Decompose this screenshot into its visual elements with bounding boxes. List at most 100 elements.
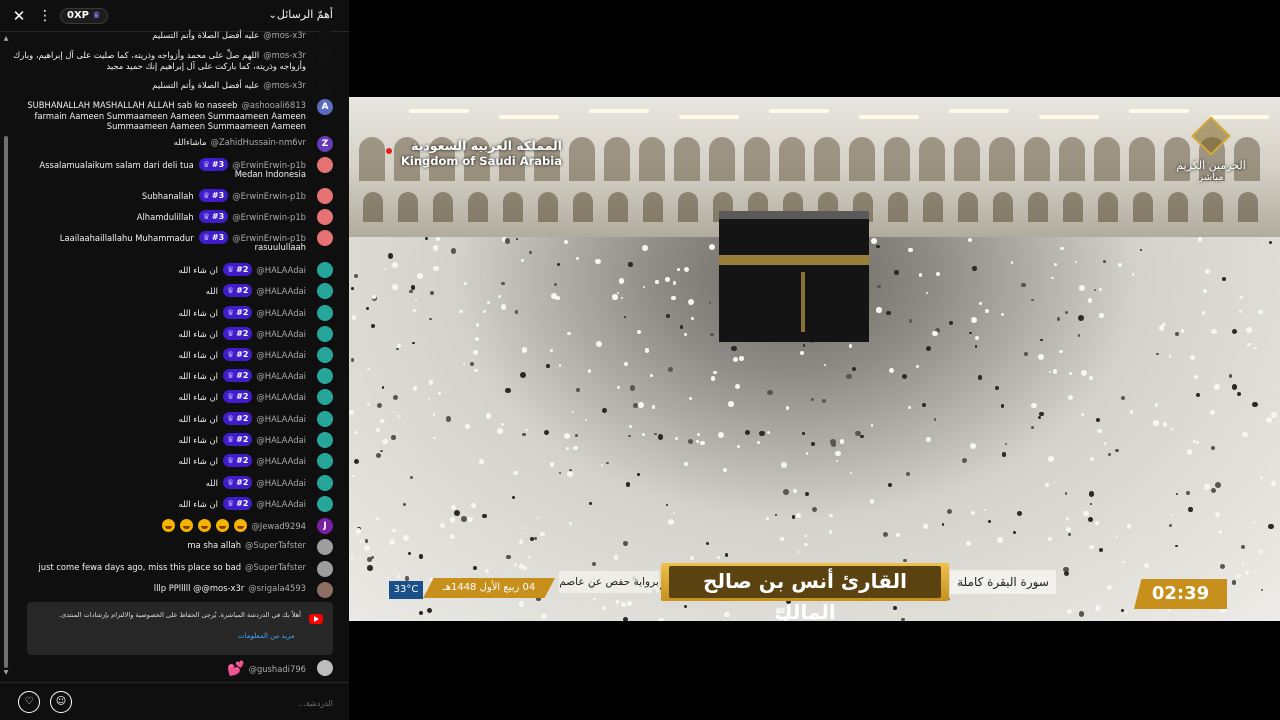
channel-emblem-icon [1191,116,1231,156]
message-text: عليه أفضل الصلاة وأتم التسليم [152,30,260,40]
avatar[interactable] [317,188,333,204]
video-player[interactable]: المملكة العربية السعودية Kingdom of Saud… [349,97,1280,621]
crowd-figure [474,368,478,372]
avatar[interactable] [317,582,333,598]
avatar[interactable] [317,432,333,448]
crowd-figure [804,491,809,496]
avatar[interactable] [317,157,333,173]
message-author[interactable]: @mos-x3r [263,80,306,90]
message-author[interactable]: @SuperTafster [245,540,306,550]
avatar[interactable] [317,79,333,95]
live-dot-icon [386,148,392,154]
crowd-figure [978,375,983,380]
message-author[interactable]: @srigala4593 [248,583,306,593]
avatar[interactable] [317,561,333,577]
crowd-figure [410,476,414,480]
chat-input[interactable] [80,693,333,713]
message-author[interactable]: @ErwinErwin-p1b [232,212,306,222]
scroll-thumb[interactable] [4,136,8,668]
avatar[interactable] [317,660,333,676]
crowd-figure [759,430,765,437]
crowd-figure [482,310,486,314]
avatar[interactable] [317,29,333,45]
message-author[interactable]: @Jewad9294 [251,521,306,531]
crowd-figure [558,471,561,474]
avatar[interactable] [317,283,333,299]
message-author[interactable]: @HALAAdai [256,350,306,360]
message-line: @SuperTafster ma sha allah [187,540,306,550]
crowd-figure [1210,487,1216,493]
crown-icon: ♛ [226,392,235,401]
message-author[interactable]: @HALAAdai [256,478,306,488]
message-author[interactable]: @SuperTafster [245,562,306,572]
avatar[interactable] [317,209,333,225]
avatar[interactable] [317,389,333,405]
crowd-figure [1067,394,1074,400]
avatar[interactable] [317,539,333,555]
crowd-figure [709,301,712,304]
message-author[interactable]: @HALAAdai [256,308,306,318]
message-author[interactable]: @ashooali6813 [241,100,306,110]
crowd-figure [907,405,912,410]
avatar[interactable] [317,496,333,512]
message-author[interactable]: @HALAAdai [256,414,306,424]
crowd-figure [432,244,439,251]
avatar[interactable] [317,230,333,246]
message-author[interactable]: @ErwinErwin-p1b [232,233,306,243]
rank-badge-label: #2 [236,435,249,444]
avatar[interactable]: J [317,518,333,534]
crowd-figure [724,553,729,557]
message-text: الله [205,477,218,488]
avatar[interactable] [317,347,333,363]
ceiling-light [859,115,919,119]
crowd-figure [1156,352,1159,355]
message-author[interactable]: @HALAAdai [256,371,306,381]
avatar[interactable] [317,453,333,469]
heart-icon[interactable]: ♡ [18,691,40,713]
channel-logo: الحرمين الكريم مباشر [1171,116,1251,183]
avatar[interactable] [317,411,333,427]
message-author[interactable]: @gushadi796 [249,664,306,674]
crowd-figure [376,402,382,408]
message-author[interactable]: @ErwinErwin-p1b [232,160,306,170]
message-text: just come fewa days ago, miss this place… [38,562,242,572]
message-author[interactable]: @mos-x3r [263,30,306,40]
message-author[interactable]: @ZahidHussain-nm6vr [210,137,306,147]
message-author[interactable]: @HALAAdai [256,499,306,509]
avatar[interactable]: A [317,99,333,115]
message-author[interactable]: @mos-x3r [263,50,306,60]
learn-more-link[interactable]: مزيد من المعلومات [238,632,295,640]
avatar[interactable] [317,305,333,321]
crowd-figure [412,308,416,312]
crowd-figure [409,289,413,294]
message-author[interactable]: @HALAAdai [256,392,306,402]
crowd-figure [522,432,526,437]
scroll-up-arrow-icon[interactable]: ▲ [3,36,9,42]
message-author[interactable]: @HALAAdai [256,456,306,466]
avatar[interactable] [317,475,333,491]
avatar[interactable]: Z [317,136,333,152]
crowd-figure [462,362,465,365]
crowd-figure [383,268,386,271]
avatar[interactable] [317,49,333,65]
avatar[interactable] [317,326,333,342]
kaaba-gold-band [719,255,869,265]
message-author[interactable]: @HALAAdai [256,435,306,445]
message-author[interactable]: @ErwinErwin-p1b [232,191,306,201]
crowd-figure [997,537,1003,543]
message-author[interactable]: @HALAAdai [256,329,306,339]
crowd-figure [454,509,461,516]
crowd-figure [641,432,646,436]
emoji-icon[interactable]: ☺ [50,691,72,713]
chat-scrollbar[interactable]: ▲ ▼ [3,36,9,676]
arcade-arch [1238,192,1258,222]
message-author[interactable]: @HALAAdai [256,286,306,296]
avatar[interactable] [317,368,333,384]
avatar[interactable] [317,262,333,278]
message-author[interactable]: @HALAAdai [256,265,306,275]
scroll-down-arrow-icon[interactable]: ▼ [3,670,9,676]
message-text: ان شاء الله [178,413,218,424]
chat-mode-selector[interactable]: أهمّ الرسائل⌄ [264,8,333,21]
crowd-figure [1037,354,1044,360]
smiling-face-with-hearts-emoji-icon [180,519,194,532]
